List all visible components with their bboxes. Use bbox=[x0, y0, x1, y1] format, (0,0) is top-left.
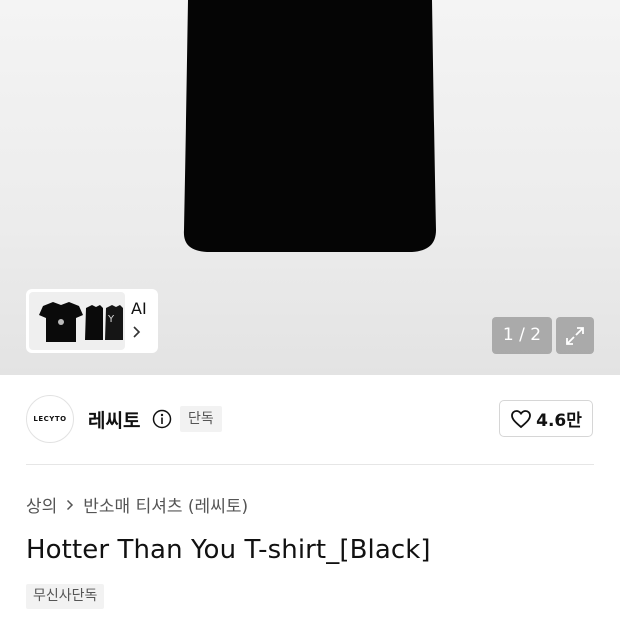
product-detail-page: Y AI 1 / 2 LECYTO 레씨토 단독 4.6만 상의 반소매 티셔츠… bbox=[0, 0, 620, 620]
like-count: 4.6만 bbox=[536, 411, 582, 431]
brand-logo[interactable]: LECYTO bbox=[26, 395, 74, 443]
section-divider bbox=[26, 464, 594, 465]
breadcrumb-item-short-sleeve[interactable]: 반소매 티셔츠 (레씨토) bbox=[83, 492, 248, 517]
musinsa-exclusive-tag: 무신사단독 bbox=[26, 584, 105, 609]
thumbnail-print: Y bbox=[108, 314, 115, 325]
ai-outfit-card[interactable]: Y AI bbox=[26, 289, 158, 353]
ai-outfit-thumbnail: Y bbox=[29, 292, 125, 350]
product-image-gallery[interactable]: Y AI 1 / 2 bbox=[0, 0, 620, 375]
expand-button[interactable] bbox=[556, 317, 594, 354]
like-button[interactable]: 4.6만 bbox=[499, 400, 593, 437]
expand-icon bbox=[566, 326, 584, 345]
brand-logo-text: LECYTO bbox=[33, 415, 67, 423]
brand-name[interactable]: 레씨토 bbox=[88, 406, 140, 433]
ai-label: AI bbox=[131, 299, 147, 318]
image-counter: 1 / 2 bbox=[492, 317, 552, 354]
chevron-right-icon bbox=[133, 326, 141, 338]
chevron-right-icon bbox=[67, 499, 74, 510]
exclusive-badge: 단독 bbox=[180, 406, 222, 432]
heart-icon bbox=[511, 409, 532, 428]
info-icon[interactable] bbox=[152, 409, 172, 429]
product-title: Hotter Than You T-shirt_[Black] bbox=[26, 535, 431, 565]
breadcrumb: 상의 반소매 티셔츠 (레씨토) bbox=[26, 492, 248, 517]
breadcrumb-item-tops[interactable]: 상의 bbox=[26, 492, 57, 517]
